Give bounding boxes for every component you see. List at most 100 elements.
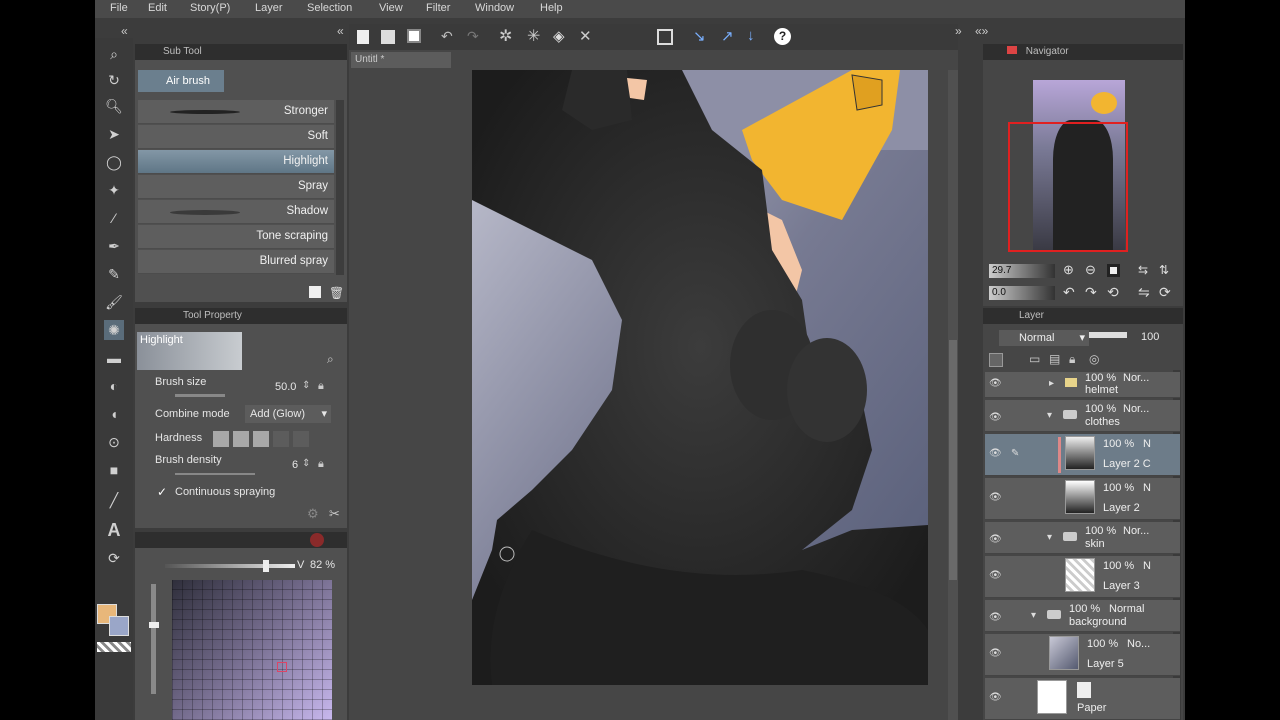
canvas-scrollbar[interactable] <box>948 70 958 720</box>
visibility-eye-icon[interactable]: 👁︎ <box>989 648 1002 659</box>
select-all-icon[interactable] <box>657 29 673 45</box>
sub-color-swatch[interactable] <box>109 616 129 636</box>
expand-arrow-icon[interactable]: ▾ <box>1047 532 1052 543</box>
magnifier-icon[interactable]: 🔍︎ <box>104 96 124 116</box>
settings-icon[interactable]: ✲ <box>499 26 512 46</box>
layer-row-layer3[interactable]: 👁︎ 100 % N Layer 3 <box>985 556 1180 598</box>
clear-icon[interactable]: ✕ <box>579 27 592 45</box>
delete-subtool-icon[interactable]: 🗑︎ <box>329 286 344 300</box>
transparent-swatch[interactable] <box>97 642 131 652</box>
reset-rotate-icon[interactable]: ⟲ <box>1107 284 1119 301</box>
vertical-slider-thumb[interactable] <box>149 622 159 628</box>
open-file-icon[interactable] <box>381 30 395 44</box>
visibility-eye-icon[interactable]: 👁︎ <box>989 570 1002 581</box>
visibility-eye-icon[interactable]: 👁︎ <box>989 612 1002 623</box>
rotate-canvas-icon[interactable]: ⟳ <box>1159 284 1171 301</box>
zoom-tool-icon[interactable]: ⌕ <box>104 44 124 64</box>
fill-icon[interactable]: ◈ <box>553 27 565 45</box>
eraser-icon[interactable]: ▬ <box>104 348 124 368</box>
pen-pressure-icon[interactable]: ↓ <box>747 27 755 44</box>
hue-slider[interactable] <box>165 564 295 568</box>
figure-tool-icon[interactable]: ■ <box>104 460 124 480</box>
brush-item-soft[interactable]: Soft <box>138 125 334 149</box>
ruler-icon[interactable]: ↘ <box>693 27 706 45</box>
viewport-rect[interactable] <box>1008 122 1128 252</box>
airbrush-tool-icon[interactable]: ✺ <box>104 320 124 340</box>
pencil-tool-icon[interactable]: ✎ <box>104 264 124 284</box>
subtool-scrollbar[interactable] <box>336 100 344 275</box>
brush-item-highlight[interactable]: Highlight <box>138 150 334 174</box>
color-grid[interactable] <box>172 580 332 720</box>
brush-item-spray[interactable]: Spray <box>138 175 334 199</box>
select-tool-icon[interactable]: ➤ <box>104 124 124 144</box>
menu-filter[interactable]: Filter <box>426 2 450 14</box>
menu-layer[interactable]: Layer <box>255 2 283 14</box>
layer-row-layer2c[interactable]: 👁︎ ✎ 100 % N Layer 2 C <box>985 434 1180 476</box>
redo-icon[interactable]: ↷ <box>467 28 479 45</box>
navigator-tab[interactable]: Navigator <box>1026 46 1069 57</box>
layer-row-helmet[interactable]: 👁︎ ▸ 100 % Nor... helmet <box>985 372 1180 398</box>
layer-tab[interactable]: Layer <box>1019 310 1044 321</box>
brush-size-slider[interactable] <box>175 394 225 397</box>
hardness-step[interactable] <box>233 431 249 447</box>
edit-pen-icon[interactable]: ✎ <box>1011 448 1019 459</box>
lasso-icon[interactable]: ◯ <box>104 152 124 172</box>
layer-row-layer5[interactable]: 👁︎ 100 % No... Layer 5 <box>985 634 1180 676</box>
color-cursor[interactable] <box>277 662 287 672</box>
density-lock-icon[interactable]: 🔒︎ <box>318 458 324 471</box>
layer-clip-icon[interactable]: ▤ <box>1049 352 1060 366</box>
navigator-preview[interactable] <box>1008 80 1128 252</box>
canvas-collapse-icon[interactable]: » <box>955 24 962 38</box>
menu-window[interactable]: Window <box>475 2 514 14</box>
layer-row-background[interactable]: 👁︎ ▾ 100 % Normal background <box>985 600 1180 632</box>
menu-help[interactable]: Help <box>540 2 563 14</box>
menu-story[interactable]: Story(P) <box>190 2 230 14</box>
pen-tool-icon[interactable]: ✒ <box>104 236 124 256</box>
visibility-eye-icon[interactable]: 👁︎ <box>989 448 1002 459</box>
flip-h-icon[interactable]: ⇆ <box>1138 263 1148 277</box>
density-slider[interactable] <box>175 473 255 475</box>
hue-slider-thumb[interactable] <box>263 560 269 572</box>
layer-opacity-slider[interactable] <box>1087 332 1127 338</box>
color-tab-icon[interactable] <box>310 533 324 547</box>
layer-row-skin[interactable]: 👁︎ ▾ 100 % Nor... skin <box>985 522 1180 554</box>
menu-file[interactable]: File <box>110 2 128 14</box>
tool-wrench-icon[interactable]: ✂ <box>329 506 340 522</box>
brush-item-shadow[interactable]: Shadow <box>138 200 334 224</box>
rotate-left-icon[interactable]: ↶ <box>1063 284 1075 301</box>
collapse-mid-icon[interactable]: « <box>337 24 344 38</box>
fit-icon[interactable] <box>1107 264 1120 277</box>
brush-item-tone-scraping[interactable]: Tone scraping <box>138 225 334 249</box>
eyedropper-icon[interactable]: ⁄ <box>104 208 124 228</box>
preview-search-icon[interactable]: ⌕ <box>327 352 334 367</box>
scroll-thumb[interactable] <box>949 340 957 580</box>
layer-row-clothes[interactable]: 👁︎ ▾ 100 % Nor... clothes <box>985 400 1180 432</box>
save-icon[interactable] <box>407 29 421 43</box>
layer-row-layer2[interactable]: 👁︎ 100 % N Layer 2 <box>985 478 1180 520</box>
layer-row-paper[interactable]: 👁︎ Paper <box>985 678 1180 720</box>
brush-item-blurred-spray[interactable]: Blurred spray <box>138 250 334 274</box>
tool-settings-icon[interactable]: ⚙ <box>307 506 319 522</box>
menu-view[interactable]: View <box>379 2 403 14</box>
blend-mode-select[interactable]: Normal ▾ <box>999 330 1089 346</box>
fill-bucket-icon[interactable]: ◖ <box>104 404 124 424</box>
zoom-readout[interactable]: 29.7 <box>989 264 1055 278</box>
visibility-eye-icon[interactable]: 👁︎ <box>989 492 1002 503</box>
vertical-slider[interactable] <box>151 584 156 694</box>
continuous-checkbox[interactable]: ✓ <box>157 485 167 499</box>
flip-canvas-icon[interactable]: ⇋ <box>1138 284 1150 301</box>
expand-arrow-icon[interactable]: ▾ <box>1031 610 1036 621</box>
visibility-eye-icon[interactable]: 👁︎ <box>989 378 1002 389</box>
rotate-right-icon[interactable]: ↷ <box>1085 284 1097 301</box>
combine-mode-select[interactable]: Add (Glow) ▾ <box>245 405 331 423</box>
artwork[interactable] <box>472 70 928 685</box>
gradient-icon[interactable]: ⊙ <box>104 432 124 452</box>
visibility-eye-icon[interactable]: 👁︎ <box>989 692 1002 703</box>
brush-size-spinner[interactable]: ⇕ <box>302 380 310 391</box>
layer-lock2-icon[interactable]: 🔒︎ <box>1069 352 1075 367</box>
brush-item-stronger[interactable]: Stronger <box>138 100 334 124</box>
text-tool-icon[interactable]: A <box>104 520 124 540</box>
layer-lock-icon[interactable] <box>989 353 1003 367</box>
rotate-readout[interactable]: 0.0 <box>989 286 1055 300</box>
blend-tool-icon[interactable]: ◐ <box>104 376 124 396</box>
